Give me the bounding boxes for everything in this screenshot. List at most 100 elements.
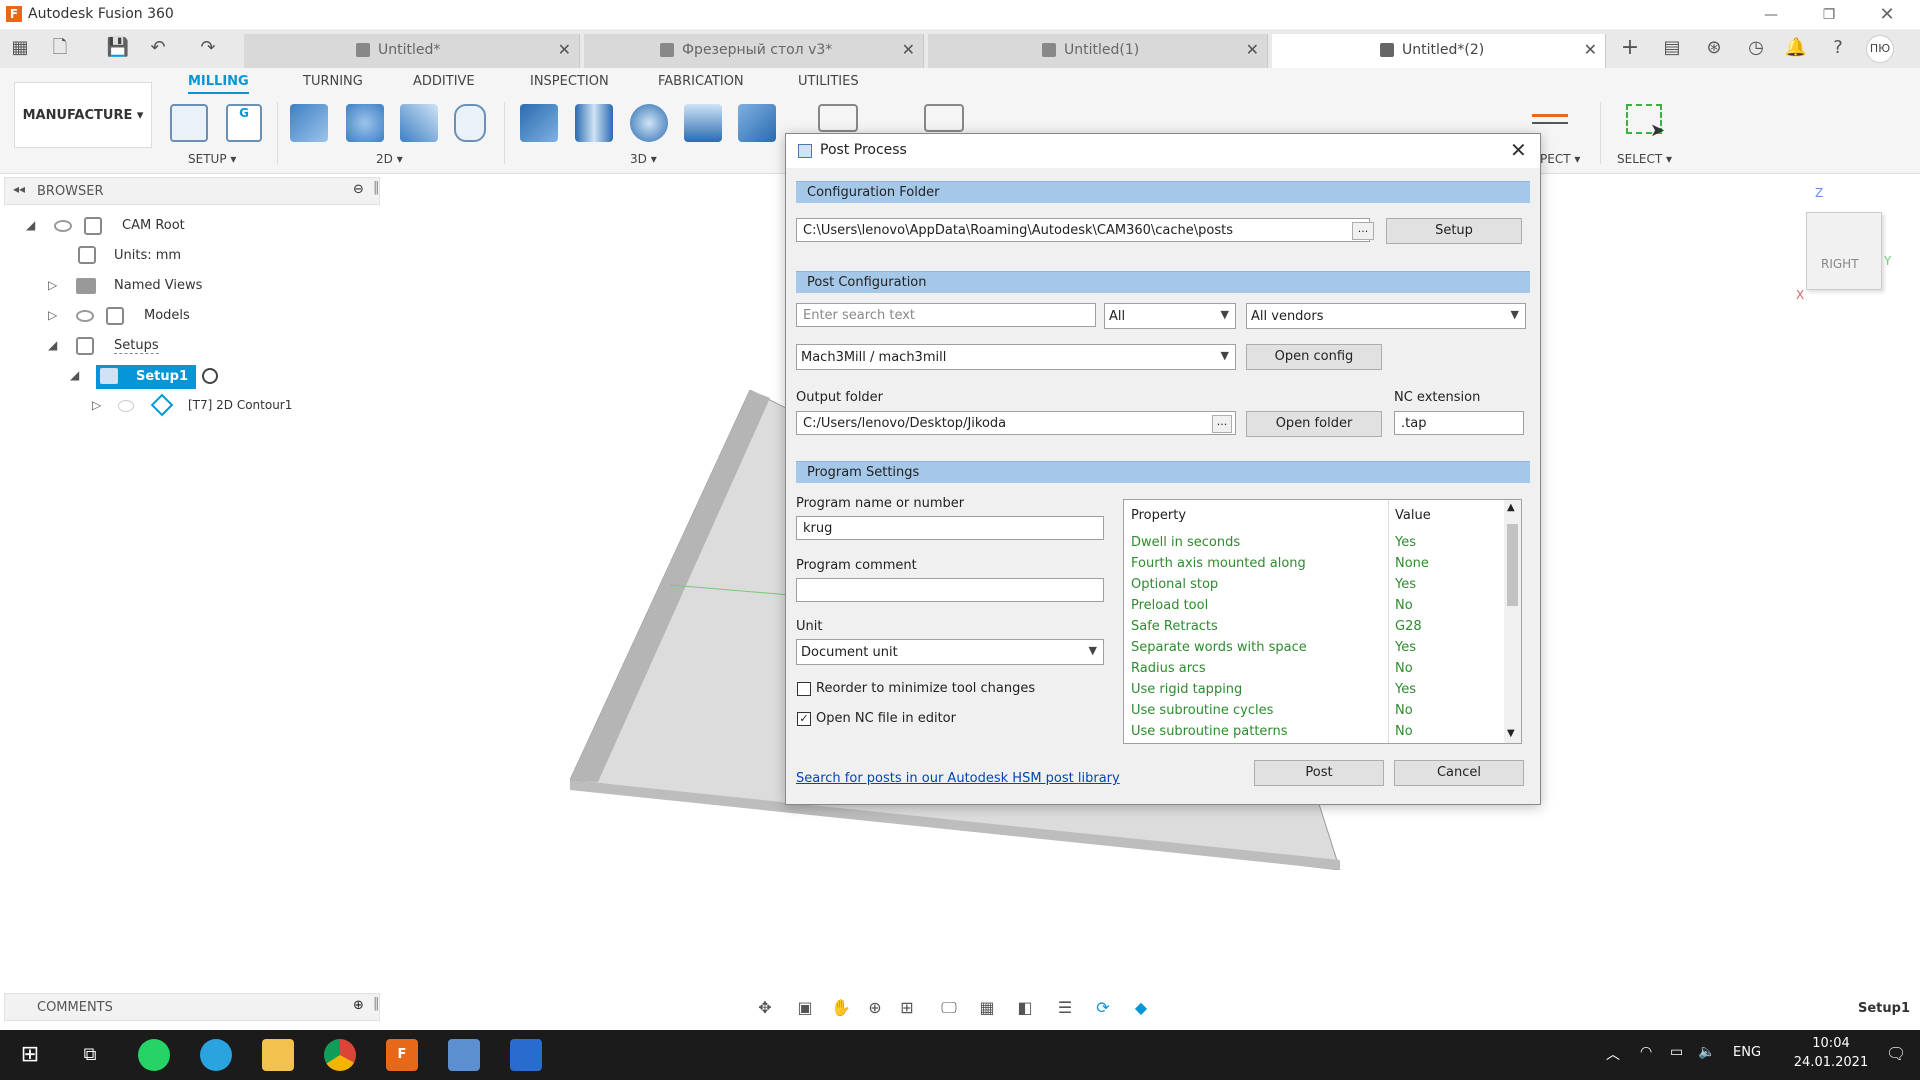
visibility-eye-icon[interactable] xyxy=(54,220,72,232)
multi-axis-icon[interactable] xyxy=(924,104,964,132)
property-value[interactable]: None xyxy=(1395,556,1429,571)
undo-icon[interactable]: ↶ xyxy=(146,36,170,60)
open-folder-button[interactable]: Open folder xyxy=(1246,411,1382,437)
3d-scallop-icon[interactable] xyxy=(738,104,776,142)
post-dropdown[interactable]: Mach3Mill / mach3mill ▼ xyxy=(796,344,1236,370)
tab-turning[interactable]: TURNING xyxy=(303,74,363,89)
post-button[interactable]: Post xyxy=(1254,760,1384,786)
view-cube[interactable]: RIGHT xyxy=(1806,212,1882,290)
grid-icon[interactable]: ▦ xyxy=(976,998,998,1020)
property-row[interactable]: Radius arcs No xyxy=(1124,659,1504,680)
chrome-icon[interactable] xyxy=(324,1039,356,1071)
simulate-icon[interactable]: ◆ xyxy=(1130,998,1152,1020)
2d-group-label[interactable]: 2D ▾ xyxy=(376,152,403,166)
property-row[interactable]: Use rigid tapping Yes xyxy=(1124,680,1504,701)
visibility-eye-icon[interactable] xyxy=(76,310,94,322)
tab-fabrication[interactable]: FABRICATION xyxy=(658,74,744,89)
tab-untitled[interactable]: Untitled* ✕ xyxy=(244,34,580,68)
open-nc-checkbox[interactable]: ✓ xyxy=(797,712,811,726)
redo-icon[interactable]: ↷ xyxy=(196,36,220,60)
media-player-icon[interactable] xyxy=(510,1039,542,1071)
open-config-button[interactable]: Open config xyxy=(1246,344,1382,370)
setup-group-label[interactable]: SETUP ▾ xyxy=(188,152,236,166)
image-viewer-icon[interactable] xyxy=(448,1039,480,1071)
3d-group-label[interactable]: 3D ▾ xyxy=(630,152,657,166)
property-row[interactable]: Dwell in seconds Yes xyxy=(1124,533,1504,554)
whatsapp-icon[interactable] xyxy=(138,1039,170,1071)
user-avatar[interactable]: ПЮ xyxy=(1866,35,1894,63)
measure-icon[interactable] xyxy=(1532,114,1568,124)
program-name-input[interactable]: krug xyxy=(796,516,1104,540)
tab-untitled-1[interactable]: Untitled(1) ✕ xyxy=(928,34,1268,68)
wifi-icon[interactable]: ◠ xyxy=(1640,1044,1652,1060)
fusion360-taskbar-icon[interactable]: F xyxy=(386,1039,418,1071)
collapse-triangle-icon[interactable]: ◢ xyxy=(26,218,35,232)
pan-hand-icon[interactable]: ✋ xyxy=(830,998,852,1020)
property-row[interactable]: Preload tool No xyxy=(1124,596,1504,617)
face-icon[interactable] xyxy=(400,104,438,142)
property-value[interactable]: G28 xyxy=(1395,619,1422,634)
property-value[interactable]: No xyxy=(1395,598,1413,613)
property-value[interactable]: Yes xyxy=(1395,577,1416,592)
windows-start-icon[interactable]: ⊞ xyxy=(14,1039,46,1071)
tab-milling[interactable]: MILLING xyxy=(188,74,249,94)
language-indicator[interactable]: ENG xyxy=(1733,1045,1761,1060)
collapse-panel-icon[interactable]: ◂◂ xyxy=(13,182,25,196)
tab-additive[interactable]: ADDITIVE xyxy=(413,74,475,89)
scroll-thumb[interactable] xyxy=(1507,524,1518,606)
file-explorer-icon[interactable] xyxy=(262,1039,294,1071)
nc-extension-input[interactable]: .tap xyxy=(1394,411,1524,435)
activate-radio-icon[interactable] xyxy=(202,368,218,384)
expand-triangle-icon[interactable]: ▷ xyxy=(48,278,57,292)
tab-close-icon[interactable]: ✕ xyxy=(902,40,915,59)
display-settings-icon[interactable]: 🖵 xyxy=(938,998,960,1020)
3d-pocket-icon[interactable] xyxy=(575,104,613,142)
setup-button[interactable]: Setup xyxy=(1386,218,1522,244)
look-at-icon[interactable]: ▣ xyxy=(794,998,816,1020)
layers-icon[interactable]: ☰ xyxy=(1054,998,1076,1020)
new-setup-icon[interactable] xyxy=(170,104,208,142)
viewports-icon[interactable]: ◧ xyxy=(1014,998,1036,1020)
config-folder-path[interactable]: C:\Users\lenovo\AppData\Roaming\Autodesk… xyxy=(796,218,1370,242)
property-value[interactable]: Yes xyxy=(1395,535,1416,550)
drilling-icon[interactable] xyxy=(818,104,858,132)
hidden-eye-icon[interactable] xyxy=(118,400,134,412)
3d-contour-icon[interactable] xyxy=(684,104,722,142)
save-icon[interactable]: 💾 xyxy=(106,36,130,60)
tab-inspection[interactable]: INSPECTION xyxy=(530,74,609,89)
battery-icon[interactable]: ▭ xyxy=(1670,1044,1683,1060)
program-comment-input[interactable] xyxy=(796,578,1104,602)
task-view-icon[interactable]: ⧉ xyxy=(74,1039,106,1071)
clock[interactable]: 10:04 24.01.2021 xyxy=(1790,1036,1872,1070)
bell-icon[interactable]: 🔔 xyxy=(1784,36,1808,60)
tab-close-icon[interactable]: ✕ xyxy=(1246,40,1259,59)
restore-button[interactable]: ❐ xyxy=(1814,4,1844,26)
telegram-icon[interactable] xyxy=(200,1039,232,1071)
new-tab-icon[interactable]: + xyxy=(1618,36,1642,60)
extensions-icon[interactable]: ⊛ xyxy=(1702,36,1726,60)
3d-parallel-icon[interactable] xyxy=(630,104,668,142)
notifications-icon[interactable]: ▤ xyxy=(1660,36,1684,60)
file-menu-icon[interactable]: 🗋 xyxy=(48,36,72,60)
property-value[interactable]: No xyxy=(1395,703,1413,718)
property-value[interactable]: Yes xyxy=(1395,640,1416,655)
property-value[interactable]: No xyxy=(1395,724,1413,739)
output-browse-button[interactable]: ... xyxy=(1212,415,1232,433)
property-scrollbar[interactable]: ▲ ▼ xyxy=(1504,500,1521,743)
unit-dropdown[interactable]: Document unit ▼ xyxy=(796,639,1104,665)
property-row[interactable]: Use subroutine patterns No xyxy=(1124,722,1504,743)
tree-item-setup1[interactable]: Setup1 xyxy=(96,365,196,389)
action-center-icon[interactable]: 🗨 xyxy=(1886,1044,1906,1063)
property-row[interactable]: Separate words with space Yes xyxy=(1124,638,1504,659)
2d-contour-icon[interactable] xyxy=(454,104,486,142)
tab-close-icon[interactable]: ✕ xyxy=(1584,40,1597,59)
select-group-label[interactable]: SELECT ▾ xyxy=(1617,152,1672,166)
dialog-close-icon[interactable]: ✕ xyxy=(1510,138,1527,162)
collapse-triangle-icon[interactable]: ◢ xyxy=(70,368,79,382)
reorder-checkbox[interactable] xyxy=(797,682,811,696)
refresh-icon[interactable]: ⟳ xyxy=(1092,998,1114,1020)
property-row[interactable]: Use subroutine cycles No xyxy=(1124,701,1504,722)
zoom-icon[interactable]: ⊕ xyxy=(864,998,886,1020)
expand-triangle-icon[interactable]: ▷ xyxy=(48,308,57,322)
collapse-triangle-icon[interactable]: ◢ xyxy=(48,338,57,352)
